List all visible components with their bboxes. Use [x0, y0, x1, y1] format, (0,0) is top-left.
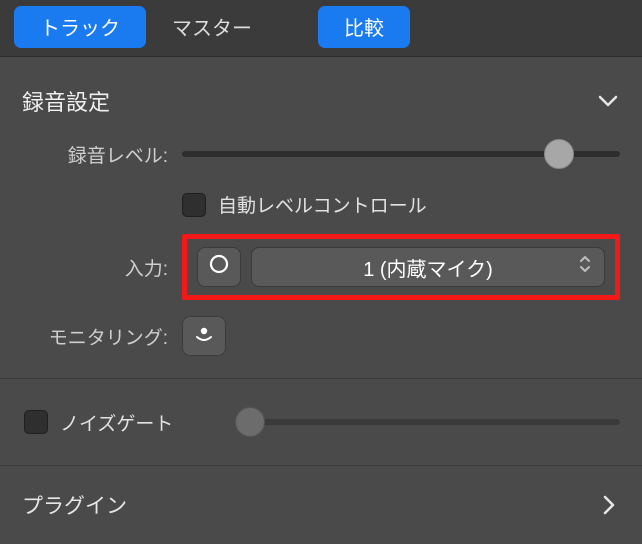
noise-gate-checkbox[interactable] [24, 410, 48, 434]
slider-thumb[interactable] [235, 407, 265, 437]
monitoring-icon [192, 321, 216, 351]
input-source-dropdown[interactable]: 1 (内蔵マイク) [251, 247, 605, 287]
noise-gate-label: ノイズゲート [60, 409, 210, 436]
tab-track[interactable]: トラック [14, 6, 146, 48]
auto-level-label: 自動レベルコントロール [218, 191, 427, 218]
input-highlight-box: 1 (内蔵マイク) [182, 234, 620, 300]
section-plugin: プラグイン [0, 466, 642, 544]
chevron-down-icon [596, 89, 620, 113]
slider-track [250, 419, 620, 425]
input-label: 入力: [22, 254, 182, 281]
row-record-level: 録音レベル: [0, 127, 642, 181]
section-recording-title: 録音設定 [22, 85, 110, 117]
tab-master[interactable]: マスター [146, 6, 278, 48]
slider-thumb[interactable] [544, 139, 574, 169]
section-recording: 録音設定 録音レベル: 自動レベルコントロール 入力: [0, 57, 642, 379]
monitoring-button[interactable] [182, 316, 226, 356]
auto-level-checkbox[interactable] [182, 193, 206, 217]
tab-compare[interactable]: 比較 [318, 6, 410, 48]
monitoring-label: モニタリング: [22, 323, 182, 350]
row-monitoring: モニタリング: [0, 306, 642, 378]
record-level-slider[interactable] [182, 137, 620, 171]
section-recording-header[interactable]: 録音設定 [0, 57, 642, 127]
input-source-value: 1 (内蔵マイク) [363, 253, 493, 282]
noise-gate-slider[interactable] [250, 405, 620, 439]
row-noise-gate: ノイズゲート [0, 379, 642, 465]
section-noise-gate: ノイズゲート [0, 379, 642, 466]
circle-icon [208, 253, 230, 281]
plugin-label: プラグイン [22, 490, 127, 520]
tab-bar: トラック マスター 比較 [0, 0, 642, 57]
chevron-right-icon [598, 494, 620, 516]
row-plugin[interactable]: プラグイン [0, 466, 642, 544]
row-input: 入力: 1 (内蔵マイク) [0, 228, 642, 306]
record-level-label: 録音レベル: [22, 141, 182, 168]
input-channel-button[interactable] [197, 247, 241, 287]
row-auto-level: 自動レベルコントロール [0, 181, 642, 228]
updown-caret-icon [578, 254, 592, 280]
